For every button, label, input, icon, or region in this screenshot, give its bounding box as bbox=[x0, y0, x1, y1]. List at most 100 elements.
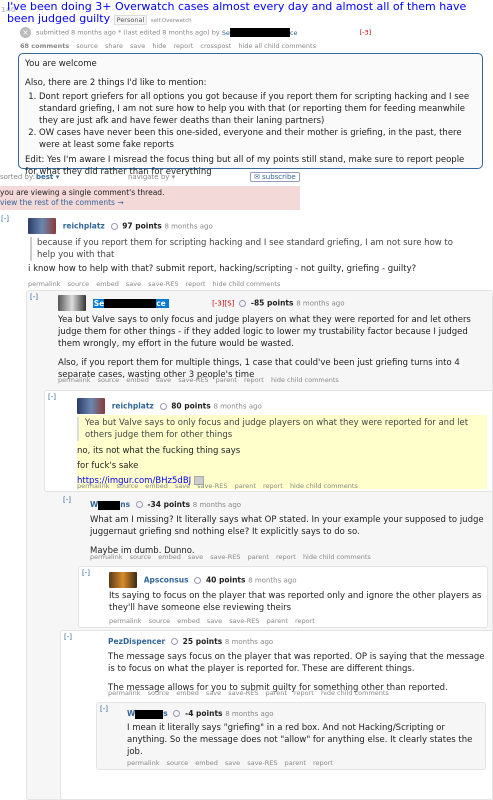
report-link[interactable]: report bbox=[313, 759, 333, 767]
parent-link[interactable]: parent bbox=[216, 376, 237, 384]
permalink-link[interactable]: permalink bbox=[58, 376, 91, 384]
permalink-link[interactable]: permalink bbox=[108, 689, 141, 697]
save-link[interactable]: save bbox=[225, 759, 240, 767]
save-res-link[interactable]: save-RES bbox=[247, 759, 277, 767]
save-res-link[interactable]: save-RES bbox=[148, 280, 178, 288]
permalink-link[interactable]: permalink bbox=[127, 759, 160, 767]
post-title[interactable]: I've been doing 3+ Overwatch cases almos… bbox=[7, 1, 477, 27]
embed-link[interactable]: embed bbox=[145, 482, 168, 490]
author-suffix[interactable]: ns bbox=[120, 500, 130, 509]
chevron-down-icon[interactable]: ▾ bbox=[172, 173, 176, 181]
minus-icon[interactable] bbox=[170, 638, 178, 645]
permalink-link[interactable]: permalink bbox=[28, 280, 61, 288]
permalink-link[interactable]: permalink bbox=[90, 553, 123, 561]
comment-author[interactable]: Ws bbox=[127, 709, 170, 719]
author-suffix[interactable]: ce bbox=[156, 299, 166, 308]
collapse-toggle[interactable]: [-] bbox=[82, 569, 90, 577]
collapse-toggle[interactable]: [-] bbox=[30, 293, 38, 301]
subscribe-label[interactable]: subscribe bbox=[262, 173, 296, 181]
report-link[interactable]: report bbox=[173, 42, 193, 50]
embed-link[interactable]: embed bbox=[96, 280, 119, 288]
parent-link[interactable]: parent bbox=[248, 553, 269, 561]
collapse-toggle[interactable]: [-] bbox=[1, 215, 9, 223]
navigate-by[interactable]: navigate by ▾ bbox=[128, 173, 175, 181]
collapse-toggle[interactable]: [-] bbox=[64, 633, 72, 641]
hide-link[interactable]: hide bbox=[152, 42, 166, 50]
comments-link[interactable]: 68 comments bbox=[20, 42, 69, 50]
save-link[interactable]: save bbox=[175, 482, 190, 490]
save-res-link[interactable]: save-RES bbox=[210, 553, 240, 561]
report-link[interactable]: report bbox=[244, 376, 264, 384]
close-icon[interactable]: × bbox=[20, 27, 31, 38]
source-link[interactable]: source bbox=[76, 42, 98, 50]
report-link[interactable]: report bbox=[295, 617, 315, 625]
save-link[interactable]: save bbox=[130, 42, 145, 50]
minus-icon[interactable] bbox=[194, 576, 202, 584]
minus-icon[interactable] bbox=[159, 402, 167, 410]
report-link[interactable]: report bbox=[263, 482, 283, 490]
post-flair[interactable]: Personal bbox=[113, 15, 148, 25]
comment-author[interactable]: reichplatz bbox=[63, 222, 105, 231]
embed-link[interactable]: embed bbox=[158, 553, 181, 561]
save-link[interactable]: save bbox=[206, 689, 221, 697]
embed-link[interactable]: embed bbox=[177, 617, 200, 625]
source-link[interactable]: source bbox=[98, 376, 120, 384]
permalink-link[interactable]: permalink bbox=[77, 482, 110, 490]
save-link[interactable]: save bbox=[156, 376, 171, 384]
chevron-down-icon[interactable]: ▾ bbox=[56, 173, 60, 181]
comment-author[interactable]: Apsconsus bbox=[144, 576, 189, 585]
save-link[interactable]: save bbox=[188, 553, 203, 561]
source-link[interactable]: source bbox=[68, 280, 90, 288]
crosspost-link[interactable]: crosspost bbox=[200, 42, 231, 50]
collapse-toggle[interactable]: [-] bbox=[100, 705, 108, 713]
report-link[interactable]: report bbox=[276, 553, 296, 561]
hide-child-comments-link[interactable]: hide all child comments bbox=[238, 42, 316, 50]
permalink-link[interactable]: permalink bbox=[109, 617, 142, 625]
author-suffix[interactable]: s bbox=[163, 709, 167, 718]
save-res-link[interactable]: save-RES bbox=[178, 376, 208, 384]
comment-author[interactable]: Wns bbox=[90, 500, 133, 510]
hide-child-comments-link[interactable]: hide child comments bbox=[290, 482, 358, 490]
hide-child-comments-link[interactable]: hide child comments bbox=[271, 376, 339, 384]
hide-child-comments-link[interactable]: hide child comments bbox=[303, 553, 371, 561]
comment-author[interactable]: Se ce bbox=[92, 298, 170, 308]
minus-icon[interactable] bbox=[173, 710, 181, 717]
post-author-prefix[interactable]: Se bbox=[222, 29, 230, 37]
minus-icon[interactable] bbox=[110, 222, 118, 230]
collapse-toggle[interactable]: [-] bbox=[63, 496, 71, 504]
save-link[interactable]: save bbox=[207, 617, 222, 625]
save-link[interactable]: save bbox=[126, 280, 141, 288]
author-prefix[interactable]: W bbox=[90, 500, 98, 509]
hide-child-comments-link[interactable]: hide child comments bbox=[321, 689, 389, 697]
save-res-link[interactable]: save-RES bbox=[229, 617, 259, 625]
post-title-text[interactable]: I've been doing 3+ Overwatch cases almos… bbox=[7, 0, 466, 25]
source-link[interactable]: source bbox=[130, 553, 152, 561]
post-domain[interactable]: self.Overwatch bbox=[151, 18, 192, 24]
view-rest-link[interactable]: view the rest of the comments → bbox=[0, 198, 300, 208]
parent-link[interactable]: parent bbox=[285, 759, 306, 767]
source-link[interactable]: source bbox=[148, 689, 170, 697]
source-link[interactable]: source bbox=[167, 759, 189, 767]
share-link[interactable]: share bbox=[105, 42, 123, 50]
source-link[interactable]: source bbox=[117, 482, 139, 490]
subscribe-button[interactable]: ✉ subscribe bbox=[250, 172, 300, 182]
embed-link[interactable]: embed bbox=[176, 689, 199, 697]
parent-link[interactable]: parent bbox=[266, 689, 287, 697]
post-author[interactable]: Se ce bbox=[222, 28, 300, 37]
author-prefix[interactable]: W bbox=[127, 709, 135, 718]
embed-link[interactable]: embed bbox=[126, 376, 149, 384]
report-link[interactable]: report bbox=[186, 280, 206, 288]
comment-author[interactable]: reichplatz bbox=[112, 402, 154, 411]
sort-value[interactable]: best bbox=[36, 173, 53, 181]
collapse-toggle[interactable]: [-] bbox=[48, 393, 56, 401]
minus-icon[interactable] bbox=[135, 501, 143, 508]
save-res-link[interactable]: save-RES bbox=[228, 689, 258, 697]
parent-link[interactable]: parent bbox=[235, 482, 256, 490]
navigate-by-label[interactable]: navigate by bbox=[128, 173, 169, 181]
embed-link[interactable]: embed bbox=[195, 759, 218, 767]
report-link[interactable]: report bbox=[294, 689, 314, 697]
sort-dropdown[interactable]: best ▾ bbox=[36, 173, 59, 181]
comment-author[interactable]: PezDispencer bbox=[108, 637, 165, 646]
parent-link[interactable]: parent bbox=[267, 617, 288, 625]
minus-icon[interactable] bbox=[239, 299, 247, 307]
